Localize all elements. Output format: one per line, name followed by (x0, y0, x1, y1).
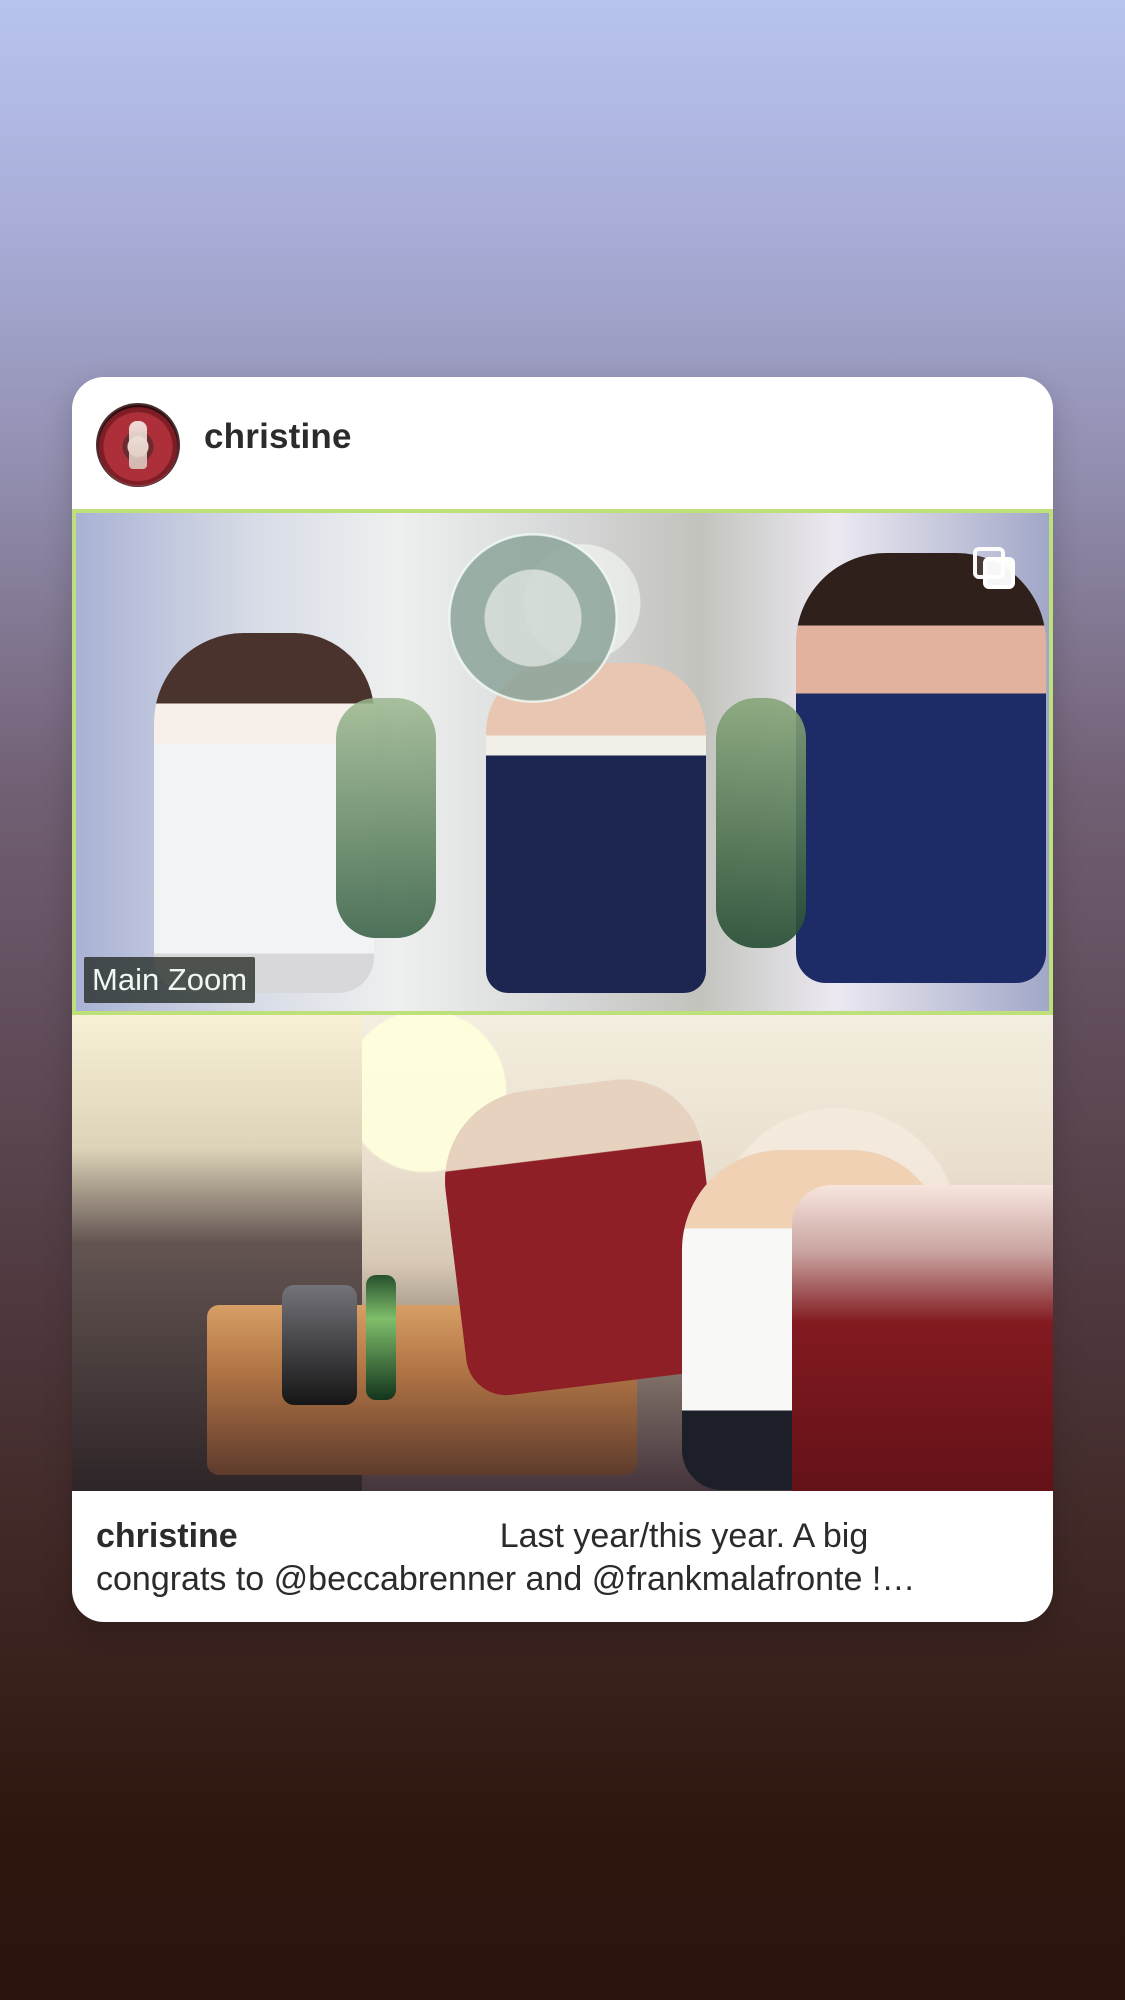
bottle (366, 1275, 396, 1400)
caption-line-1: Last year/this year. A big (499, 1517, 869, 1555)
jar (282, 1285, 357, 1405)
groom-figure (796, 553, 1046, 983)
caption-username[interactable]: christine (96, 1517, 238, 1555)
zoom-bottom-panel (72, 1015, 1053, 1491)
profile-avatar[interactable] (96, 403, 180, 487)
multiple-images-icon (973, 547, 1019, 593)
garland-left (336, 698, 436, 938)
post-caption: christine Last year/this year. A big cong… (96, 1515, 1026, 1601)
zoom-label: Main Zoom (84, 957, 256, 1003)
officiant-figure (486, 663, 706, 993)
wreath (448, 533, 618, 703)
garland-right (716, 698, 806, 948)
post-header: christine (72, 377, 1053, 509)
post-photo[interactable]: Main Zoom (72, 509, 1053, 1491)
couch (792, 1185, 1053, 1491)
instagram-post-card: christine Main Zoom christine Last year/t… (72, 377, 1053, 1622)
caption-line-2: congrats to @beccabrenner and @frankmala… (96, 1560, 916, 1598)
post-username[interactable]: christine (204, 417, 352, 457)
zoom-top-panel: Main Zoom (72, 509, 1053, 1015)
